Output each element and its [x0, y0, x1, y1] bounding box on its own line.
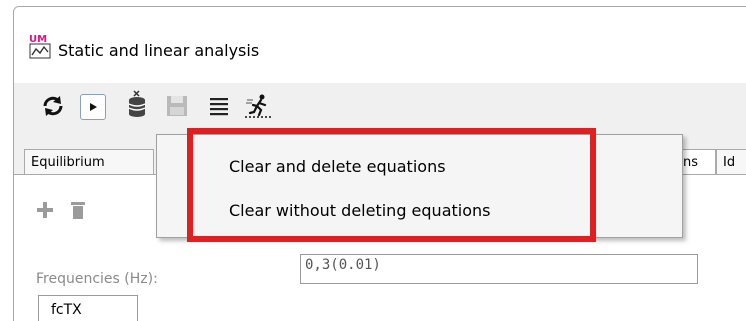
um-chart-icon: UM	[28, 33, 54, 59]
fctx-field[interactable]: fcTX	[38, 295, 138, 321]
svg-text:UM: UM	[29, 34, 47, 45]
trash-icon[interactable]	[70, 200, 86, 220]
tab-equilibrium[interactable]: Equilibrium	[24, 149, 154, 175]
tab-label: Id	[723, 155, 736, 170]
tab-label: Equilibrium	[31, 155, 105, 170]
frequencies-input[interactable]: 0,3(0.01)	[300, 254, 698, 284]
menu-item-clear-and-delete[interactable]: Clear and delete equations	[229, 157, 446, 176]
run-button[interactable]	[244, 91, 274, 121]
plus-icon[interactable]	[36, 201, 54, 219]
clear-database-icon	[128, 90, 146, 117]
tab-id[interactable]: Id	[716, 149, 746, 175]
save-button[interactable]	[162, 91, 192, 121]
run-icon	[245, 94, 273, 118]
refresh-icon	[43, 96, 63, 116]
title-bar: UM Static and linear analysis	[14, 7, 746, 83]
menu-item-clear-without-deleting[interactable]: Clear without deleting equations	[229, 201, 490, 220]
save-icon	[167, 96, 187, 116]
play-icon	[90, 103, 97, 111]
frequencies-label: Frequencies (Hz):	[36, 271, 158, 287]
toolbar	[14, 83, 746, 137]
context-menu: Clear and delete equations Clear without…	[156, 134, 683, 238]
list-icon	[210, 98, 228, 116]
list-button[interactable]	[204, 91, 234, 121]
window-title: Static and linear analysis	[58, 41, 260, 60]
refresh-button[interactable]	[38, 91, 68, 121]
clear-button[interactable]	[122, 89, 152, 119]
play-button[interactable]	[80, 94, 106, 120]
